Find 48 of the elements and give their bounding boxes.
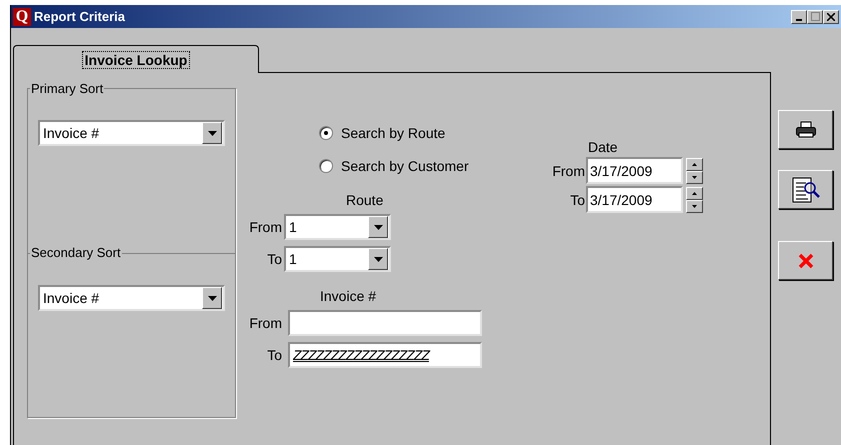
preview-button[interactable] xyxy=(778,170,833,209)
field-label: To xyxy=(569,192,585,208)
spin-down-button[interactable] xyxy=(686,200,703,212)
print-button[interactable] xyxy=(778,110,833,149)
field-label: To xyxy=(266,251,283,267)
minimize-button[interactable] xyxy=(791,10,807,24)
minimize-icon xyxy=(796,18,802,20)
section-label: Route xyxy=(345,192,384,208)
up-arrow-icon xyxy=(692,162,697,166)
close-icon xyxy=(798,252,814,268)
field-label: To xyxy=(266,347,283,363)
down-arrow-icon xyxy=(692,204,697,208)
printer-icon xyxy=(794,120,816,138)
sort-dropdown[interactable]: Invoice # xyxy=(38,285,225,311)
caret-icon xyxy=(374,256,382,262)
section-label: Invoice # xyxy=(319,288,378,304)
caret-icon xyxy=(208,130,216,136)
maximize-button[interactable] xyxy=(807,10,823,24)
radio-option[interactable]: Search by Customer xyxy=(319,158,544,174)
sort-dropdown[interactable]: Invoice # xyxy=(38,120,225,146)
group-label: Secondary Sort xyxy=(30,245,122,260)
field-label: From xyxy=(551,162,585,178)
caret-icon xyxy=(208,296,216,300)
spin-down-button[interactable] xyxy=(686,170,703,184)
app-logo-icon: Q xyxy=(13,8,31,26)
date-field[interactable]: 3/17/2009 xyxy=(586,186,683,213)
route-dropdown[interactable]: 1 xyxy=(284,246,391,272)
field-label: From xyxy=(248,315,283,331)
group-label: Primary Sort xyxy=(30,81,104,96)
date-field[interactable]: 3/17/2009 xyxy=(586,157,683,184)
input-field[interactable] xyxy=(288,310,482,336)
route-dropdown[interactable]: 1 xyxy=(284,214,391,240)
spin-up-button[interactable] xyxy=(686,158,703,170)
caret-icon xyxy=(374,224,382,230)
input-field[interactable]: ZZZZZZZZZZZZZZZZZZ xyxy=(288,342,482,368)
window-title: Report Criteria xyxy=(34,9,126,24)
tab[interactable]: Invoice Lookup xyxy=(13,45,259,73)
radio-option[interactable]: Search by Route xyxy=(319,125,544,141)
cancel-button[interactable] xyxy=(778,241,833,280)
field-label: From xyxy=(248,219,283,235)
up-arrow-icon xyxy=(692,192,697,194)
close-icon xyxy=(827,12,835,20)
maximize-icon xyxy=(810,12,820,21)
spin-up-button[interactable] xyxy=(686,186,703,200)
close-button[interactable] xyxy=(823,10,839,24)
down-arrow-icon xyxy=(692,176,697,178)
section-label: Date xyxy=(587,139,619,155)
document-magnifier-icon xyxy=(790,174,820,204)
